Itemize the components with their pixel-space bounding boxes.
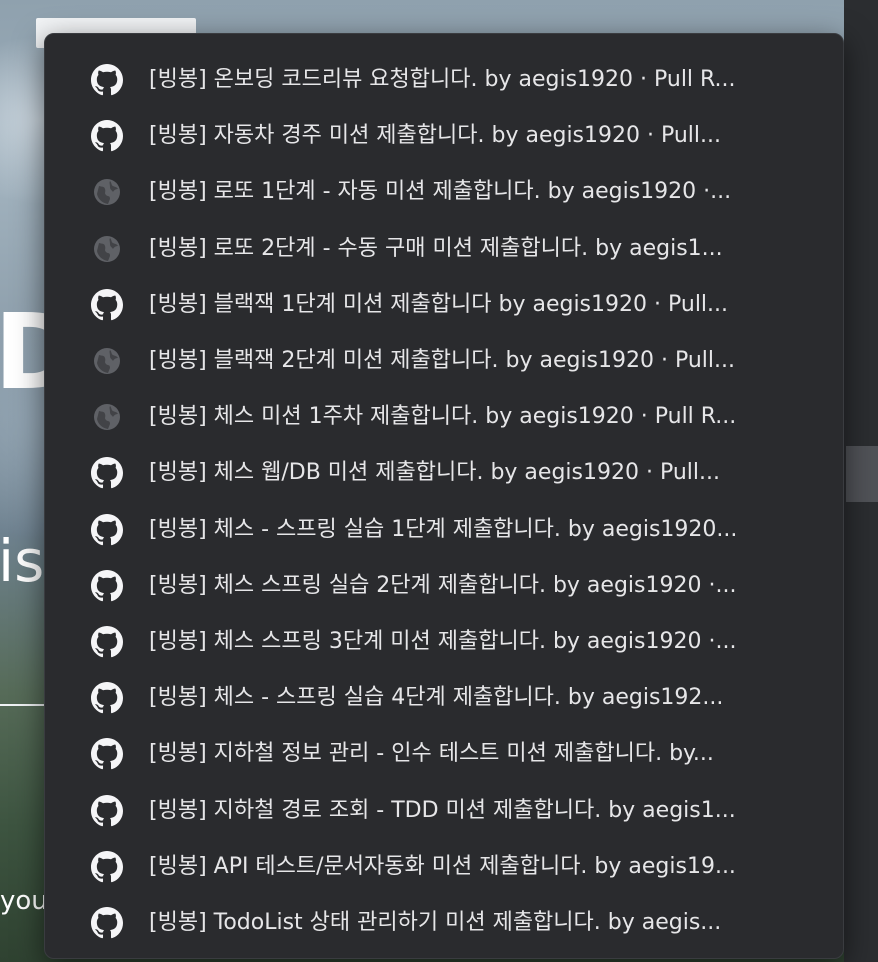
history-dropdown-menu: [빙봉] 온보딩 코드리뷰 요청합니다. by aegis1920 · Pull… (44, 33, 844, 959)
github-icon (91, 851, 123, 883)
history-menu-item[interactable]: [빙봉] 체스 - 스프링 실습 1단계 제출합니다. by aegis1920… (45, 502, 843, 558)
github-icon (91, 682, 123, 714)
history-menu-item-label: [빙봉] 온보딩 코드리뷰 요청합니다. by aegis1920 · Pull… (149, 67, 736, 92)
history-menu-item-label: [빙봉] 로또 2단계 - 수동 구매 미션 제출합니다. by aegis1.… (149, 236, 723, 261)
history-menu-item[interactable]: [빙봉] 체스 - 스프링 실습 4단계 제출합니다. by aegis192.… (45, 670, 843, 726)
github-icon (91, 514, 123, 546)
globe-icon (91, 401, 123, 433)
github-icon (91, 795, 123, 827)
github-icon (91, 570, 123, 602)
history-menu-item[interactable]: [빙봉] 지하철 경로 조회 - TDD 미션 제출합니다. by aegis1… (45, 783, 843, 839)
background-subheading-text: is (0, 527, 45, 595)
background-body-text: you (0, 886, 48, 916)
history-menu-item-label: [빙봉] 체스 스프링 실습 2단계 제출합니다. by aegis1920 ·… (149, 573, 737, 598)
history-menu-item-label: [빙봉] 지하철 경로 조회 - TDD 미션 제출합니다. by aegis1… (149, 798, 736, 823)
github-icon (91, 626, 123, 658)
history-menu-item-label: [빙봉] 자동차 경주 미션 제출합니다. by aegis1920 · Pul… (149, 123, 722, 148)
history-menu-item[interactable]: [빙봉] 블랙잭 2단계 미션 제출합니다. by aegis1920 · Pu… (45, 333, 843, 389)
history-menu-item[interactable]: [빙봉] API 테스트/문서자동화 미션 제출합니다. by aegis19.… (45, 839, 843, 895)
globe-icon (91, 233, 123, 265)
globe-icon (91, 176, 123, 208)
history-menu-item-label: [빙봉] 체스 스프링 3단계 미션 제출합니다. by aegis1920 ·… (149, 629, 737, 654)
history-menu-item-label: [빙봉] 지하철 정보 관리 - 인수 테스트 미션 제출합니다. by... (149, 741, 714, 766)
background-divider (0, 704, 46, 706)
history-menu-item[interactable]: [빙봉] 온보딩 코드리뷰 요청합니다. by aegis1920 · Pull… (45, 52, 843, 108)
github-icon (91, 738, 123, 770)
history-menu-item[interactable]: [빙봉] TodoList 상태 관리하기 미션 제출합니다. by aegis… (45, 895, 843, 951)
history-menu-item[interactable]: [빙봉] 로또 2단계 - 수동 구매 미션 제출합니다. by aegis1.… (45, 221, 843, 277)
github-icon (91, 907, 123, 939)
history-menu-item[interactable]: [빙봉] 자동차 경주 미션 제출합니다. by aegis1920 · Pul… (45, 108, 843, 164)
background-scrollbar-thumb[interactable] (846, 446, 878, 502)
history-menu-item-label: [빙봉] TodoList 상태 관리하기 미션 제출합니다. by aegis… (149, 910, 722, 935)
github-icon (91, 64, 123, 96)
github-icon (91, 120, 123, 152)
history-menu-item[interactable]: [빙봉] 체스 웹/DB 미션 제출합니다. by aegis1920 · Pu… (45, 445, 843, 501)
globe-icon (91, 345, 123, 377)
history-menu-item[interactable]: [빙봉] 체스 스프링 3단계 미션 제출합니다. by aegis1920 ·… (45, 614, 843, 670)
history-menu-item[interactable]: [빙봉] 체스 미션 1주차 제출합니다. by aegis1920 · Pul… (45, 389, 843, 445)
history-menu-item-label: [빙봉] 체스 - 스프링 실습 4단계 제출합니다. by aegis192.… (149, 685, 724, 710)
history-menu-item-label: [빙봉] 체스 - 스프링 실습 1단계 제출합니다. by aegis1920… (149, 517, 738, 542)
github-icon (91, 457, 123, 489)
history-menu-item[interactable]: [빙봉] 체스 스프링 실습 2단계 제출합니다. by aegis1920 ·… (45, 558, 843, 614)
history-menu-item-label: [빙봉] 블랙잭 2단계 미션 제출합니다. by aegis1920 · Pu… (149, 348, 736, 373)
history-menu-item[interactable]: [빙봉] 로또 1단계 - 자동 미션 제출합니다. by aegis1920 … (45, 164, 843, 220)
history-menu-item-label: [빙봉] 블랙잭 1단계 미션 제출합니다 by aegis1920 · Pul… (149, 292, 729, 317)
history-menu-item-label: [빙봉] 체스 웹/DB 미션 제출합니다. by aegis1920 · Pu… (149, 460, 720, 485)
history-menu-item-label: [빙봉] API 테스트/문서자동화 미션 제출합니다. by aegis19.… (149, 854, 736, 879)
history-menu-item[interactable]: [빙봉] 블랙잭 1단계 미션 제출합니다 by aegis1920 · Pul… (45, 277, 843, 333)
history-menu-item[interactable]: [빙봉] 지하철 정보 관리 - 인수 테스트 미션 제출합니다. by... (45, 726, 843, 782)
history-menu-item-label: [빙봉] 로또 1단계 - 자동 미션 제출합니다. by aegis1920 … (149, 179, 732, 204)
github-icon (91, 289, 123, 321)
history-menu-item-label: [빙봉] 체스 미션 1주차 제출합니다. by aegis1920 · Pul… (149, 404, 737, 429)
